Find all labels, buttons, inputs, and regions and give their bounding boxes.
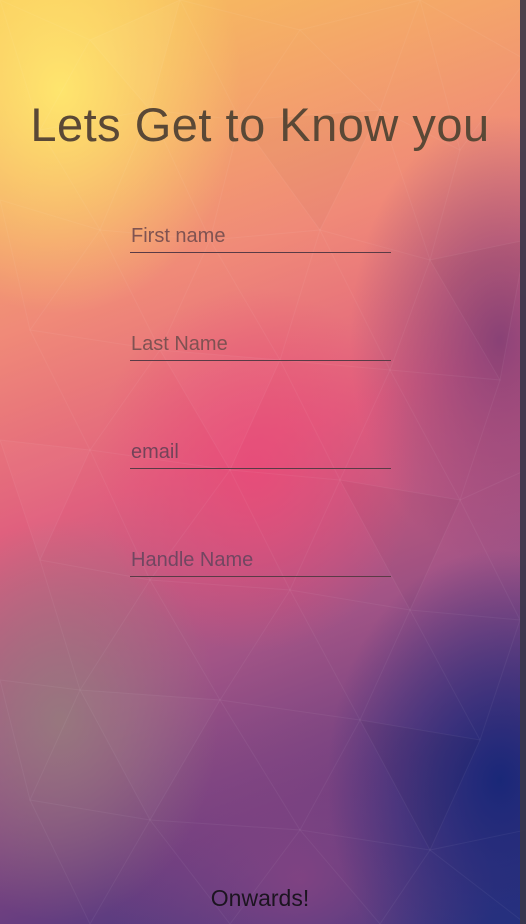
first-name-field[interactable]: [130, 221, 393, 253]
handle-name-input[interactable]: [130, 545, 393, 575]
handle-name-field[interactable]: [130, 545, 393, 577]
screen-edge: [520, 0, 526, 924]
first-name-input[interactable]: [130, 221, 393, 251]
signup-screen: Lets Get to Know you Onwards!: [0, 0, 526, 924]
email-input[interactable]: [130, 437, 393, 467]
email-field[interactable]: [130, 437, 393, 469]
last-name-input[interactable]: [130, 329, 393, 359]
last-name-field[interactable]: [130, 329, 393, 361]
page-title: Lets Get to Know you: [30, 98, 490, 151]
onwards-button[interactable]: Onwards!: [0, 882, 520, 914]
